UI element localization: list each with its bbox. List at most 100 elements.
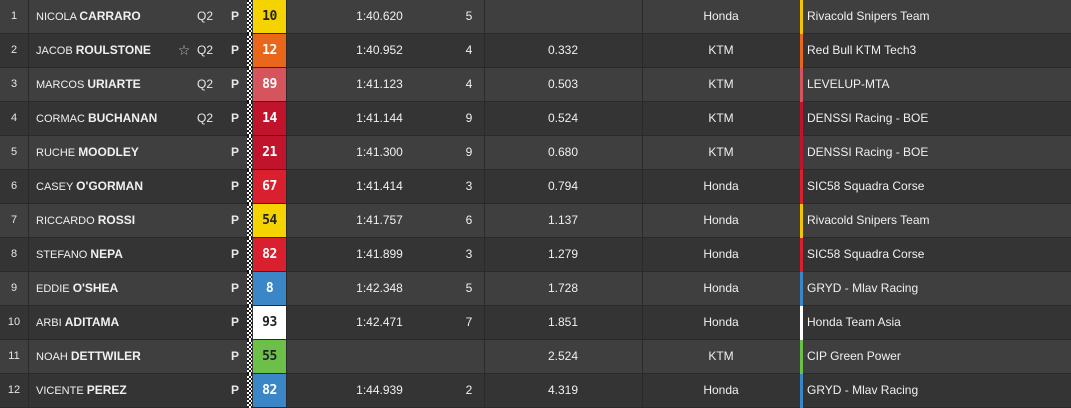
rider-last-name: NEPA bbox=[90, 247, 123, 261]
team-name[interactable]: SIC58 Squadra Corse bbox=[807, 170, 1067, 203]
lap-count: 9 bbox=[465, 111, 473, 125]
rider-last-name: CARRARO bbox=[79, 9, 141, 23]
favorite-star-icon[interactable] bbox=[176, 136, 192, 169]
status-flag-icon: P bbox=[230, 213, 239, 227]
checkered-flag-strip bbox=[247, 306, 252, 340]
checkered-flag-strip bbox=[247, 102, 252, 136]
results-table: 1 Nicola CARRARO Q2 P 10 1:40.620 5 Hond… bbox=[0, 0, 1071, 408]
column-divider bbox=[28, 0, 29, 34]
team-name[interactable]: Honda Team Asia bbox=[807, 306, 1067, 339]
team-name[interactable]: DENSSI Racing - BOE bbox=[807, 102, 1067, 135]
table-row[interactable]: 12 Vicente PEREZ P 82 1:44.939 2 4.319 H… bbox=[0, 374, 1071, 408]
position-cell: 6 bbox=[10, 180, 18, 192]
session-badge: Q2 bbox=[197, 111, 214, 125]
team-color-bar bbox=[800, 34, 803, 68]
column-divider bbox=[28, 136, 29, 170]
rider-name[interactable]: Marcos URIARTE bbox=[36, 68, 176, 101]
favorite-star-icon[interactable] bbox=[176, 170, 192, 203]
rider-number-badge: 82 bbox=[253, 238, 286, 271]
gap-to-leader: 0.680 bbox=[547, 145, 579, 159]
rider-name[interactable]: Eddie O'SHEA bbox=[36, 272, 176, 305]
table-row[interactable]: 3 Marcos URIARTE Q2 P 89 1:41.123 4 0.50… bbox=[0, 68, 1071, 102]
column-divider bbox=[28, 34, 29, 68]
lap-count bbox=[458, 340, 480, 373]
table-row[interactable]: 9 Eddie O'SHEA P 8 1:42.348 5 1.728 Hond… bbox=[0, 272, 1071, 306]
team-color-bar bbox=[800, 170, 803, 204]
rider-first-name: Arbi bbox=[36, 317, 62, 329]
rider-number-badge: 8 bbox=[253, 272, 286, 305]
column-divider bbox=[28, 272, 29, 306]
team-name[interactable]: LEVELUP-MTA bbox=[807, 68, 1067, 101]
team-name[interactable]: Rivacold Snipers Team bbox=[807, 204, 1067, 237]
favorite-star-icon[interactable] bbox=[176, 204, 192, 237]
session-badge bbox=[197, 238, 219, 271]
position-cell: 8 bbox=[10, 248, 18, 260]
table-row[interactable]: 6 Casey O'GORMAN P 67 1:41.414 3 0.794 H… bbox=[0, 170, 1071, 204]
favorite-star-icon[interactable]: ☆ bbox=[176, 34, 192, 67]
table-row[interactable]: 1 Nicola CARRARO Q2 P 10 1:40.620 5 Hond… bbox=[0, 0, 1071, 34]
bike-manufacturer: KTM bbox=[708, 77, 734, 91]
rider-first-name: Cormac bbox=[36, 113, 85, 125]
rider-number-badge: 10 bbox=[253, 0, 286, 33]
table-row[interactable]: 10 Arbi ADITAMA P 93 1:42.471 7 1.851 Ho… bbox=[0, 306, 1071, 340]
rider-name[interactable]: Arbi ADITAMA bbox=[36, 306, 176, 339]
gap-to-leader: 0.332 bbox=[547, 43, 579, 57]
status-flag-icon: P bbox=[230, 9, 239, 23]
rider-name[interactable]: Riccardo ROSSI bbox=[36, 204, 176, 237]
favorite-star-icon[interactable] bbox=[176, 374, 192, 407]
checkered-flag-strip bbox=[247, 272, 252, 306]
gap-to-leader: 1.728 bbox=[547, 281, 579, 295]
rider-name[interactable]: Jacob ROULSTONE bbox=[36, 34, 176, 67]
team-name[interactable]: Rivacold Snipers Team bbox=[807, 0, 1067, 33]
rider-name[interactable]: Casey O'GORMAN bbox=[36, 170, 176, 203]
bike-manufacturer: KTM bbox=[708, 111, 734, 125]
lap-count: 7 bbox=[465, 315, 473, 329]
status-flag-icon: P bbox=[230, 315, 239, 329]
rider-name[interactable]: Nicola CARRARO bbox=[36, 0, 176, 33]
favorite-star-icon[interactable] bbox=[176, 238, 192, 271]
team-name[interactable]: GRYD - Mlav Racing bbox=[807, 272, 1067, 305]
favorite-star-icon[interactable] bbox=[176, 306, 192, 339]
session-badge bbox=[197, 170, 219, 203]
checkered-flag-strip bbox=[247, 374, 252, 408]
team-name[interactable]: SIC58 Squadra Corse bbox=[807, 238, 1067, 271]
status-flag-icon: P bbox=[230, 349, 239, 363]
bike-manufacturer: Honda bbox=[703, 281, 739, 295]
favorite-star-icon[interactable] bbox=[176, 102, 192, 135]
team-name[interactable]: GRYD - Mlav Racing bbox=[807, 374, 1067, 407]
team-name[interactable]: DENSSI Racing - BOE bbox=[807, 136, 1067, 169]
session-badge bbox=[197, 340, 219, 373]
rider-name[interactable]: Vicente PEREZ bbox=[36, 374, 176, 407]
gap-to-leader: 1.137 bbox=[547, 213, 579, 227]
favorite-star-icon[interactable] bbox=[176, 0, 192, 33]
position-cell: 7 bbox=[10, 214, 18, 226]
position-cell: 10 bbox=[7, 316, 21, 328]
team-color-bar bbox=[800, 204, 803, 238]
table-row[interactable]: 2 Jacob ROULSTONE ☆ Q2 P 12 1:40.952 4 0… bbox=[0, 34, 1071, 68]
table-row[interactable]: 7 Riccardo ROSSI P 54 1:41.757 6 1.137 H… bbox=[0, 204, 1071, 238]
bike-manufacturer: Honda bbox=[703, 247, 739, 261]
gap-to-leader: 1.279 bbox=[547, 247, 579, 261]
rider-name[interactable]: Cormac BUCHANAN bbox=[36, 102, 176, 135]
gap-to-leader bbox=[484, 0, 642, 33]
rider-number-badge: 21 bbox=[253, 136, 286, 169]
table-row[interactable]: 5 Ruche MOODLEY P 21 1:41.300 9 0.680 KT… bbox=[0, 136, 1071, 170]
lap-count: 2 bbox=[465, 383, 473, 397]
rider-name[interactable]: Stefano NEPA bbox=[36, 238, 176, 271]
team-name[interactable]: Red Bull KTM Tech3 bbox=[807, 34, 1067, 67]
table-row[interactable]: 11 Noah DETTWILER P 55 2.524 KTM CIP Gre… bbox=[0, 340, 1071, 374]
column-divider bbox=[28, 238, 29, 272]
bike-manufacturer: Honda bbox=[703, 213, 739, 227]
team-name[interactable]: CIP Green Power bbox=[807, 340, 1067, 373]
favorite-star-icon[interactable] bbox=[176, 272, 192, 305]
favorite-star-icon[interactable] bbox=[176, 340, 192, 373]
rider-name[interactable]: Ruche MOODLEY bbox=[36, 136, 176, 169]
session-badge: Q2 bbox=[197, 77, 214, 91]
best-lap-time: 1:40.952 bbox=[356, 43, 403, 57]
table-row[interactable]: 8 Stefano NEPA P 82 1:41.899 3 1.279 Hon… bbox=[0, 238, 1071, 272]
table-row[interactable]: 4 Cormac BUCHANAN Q2 P 14 1:41.144 9 0.5… bbox=[0, 102, 1071, 136]
favorite-star-icon[interactable] bbox=[176, 68, 192, 101]
rider-last-name: PEREZ bbox=[86, 383, 127, 397]
checkered-flag-strip bbox=[247, 340, 252, 374]
rider-name[interactable]: Noah DETTWILER bbox=[36, 340, 176, 373]
